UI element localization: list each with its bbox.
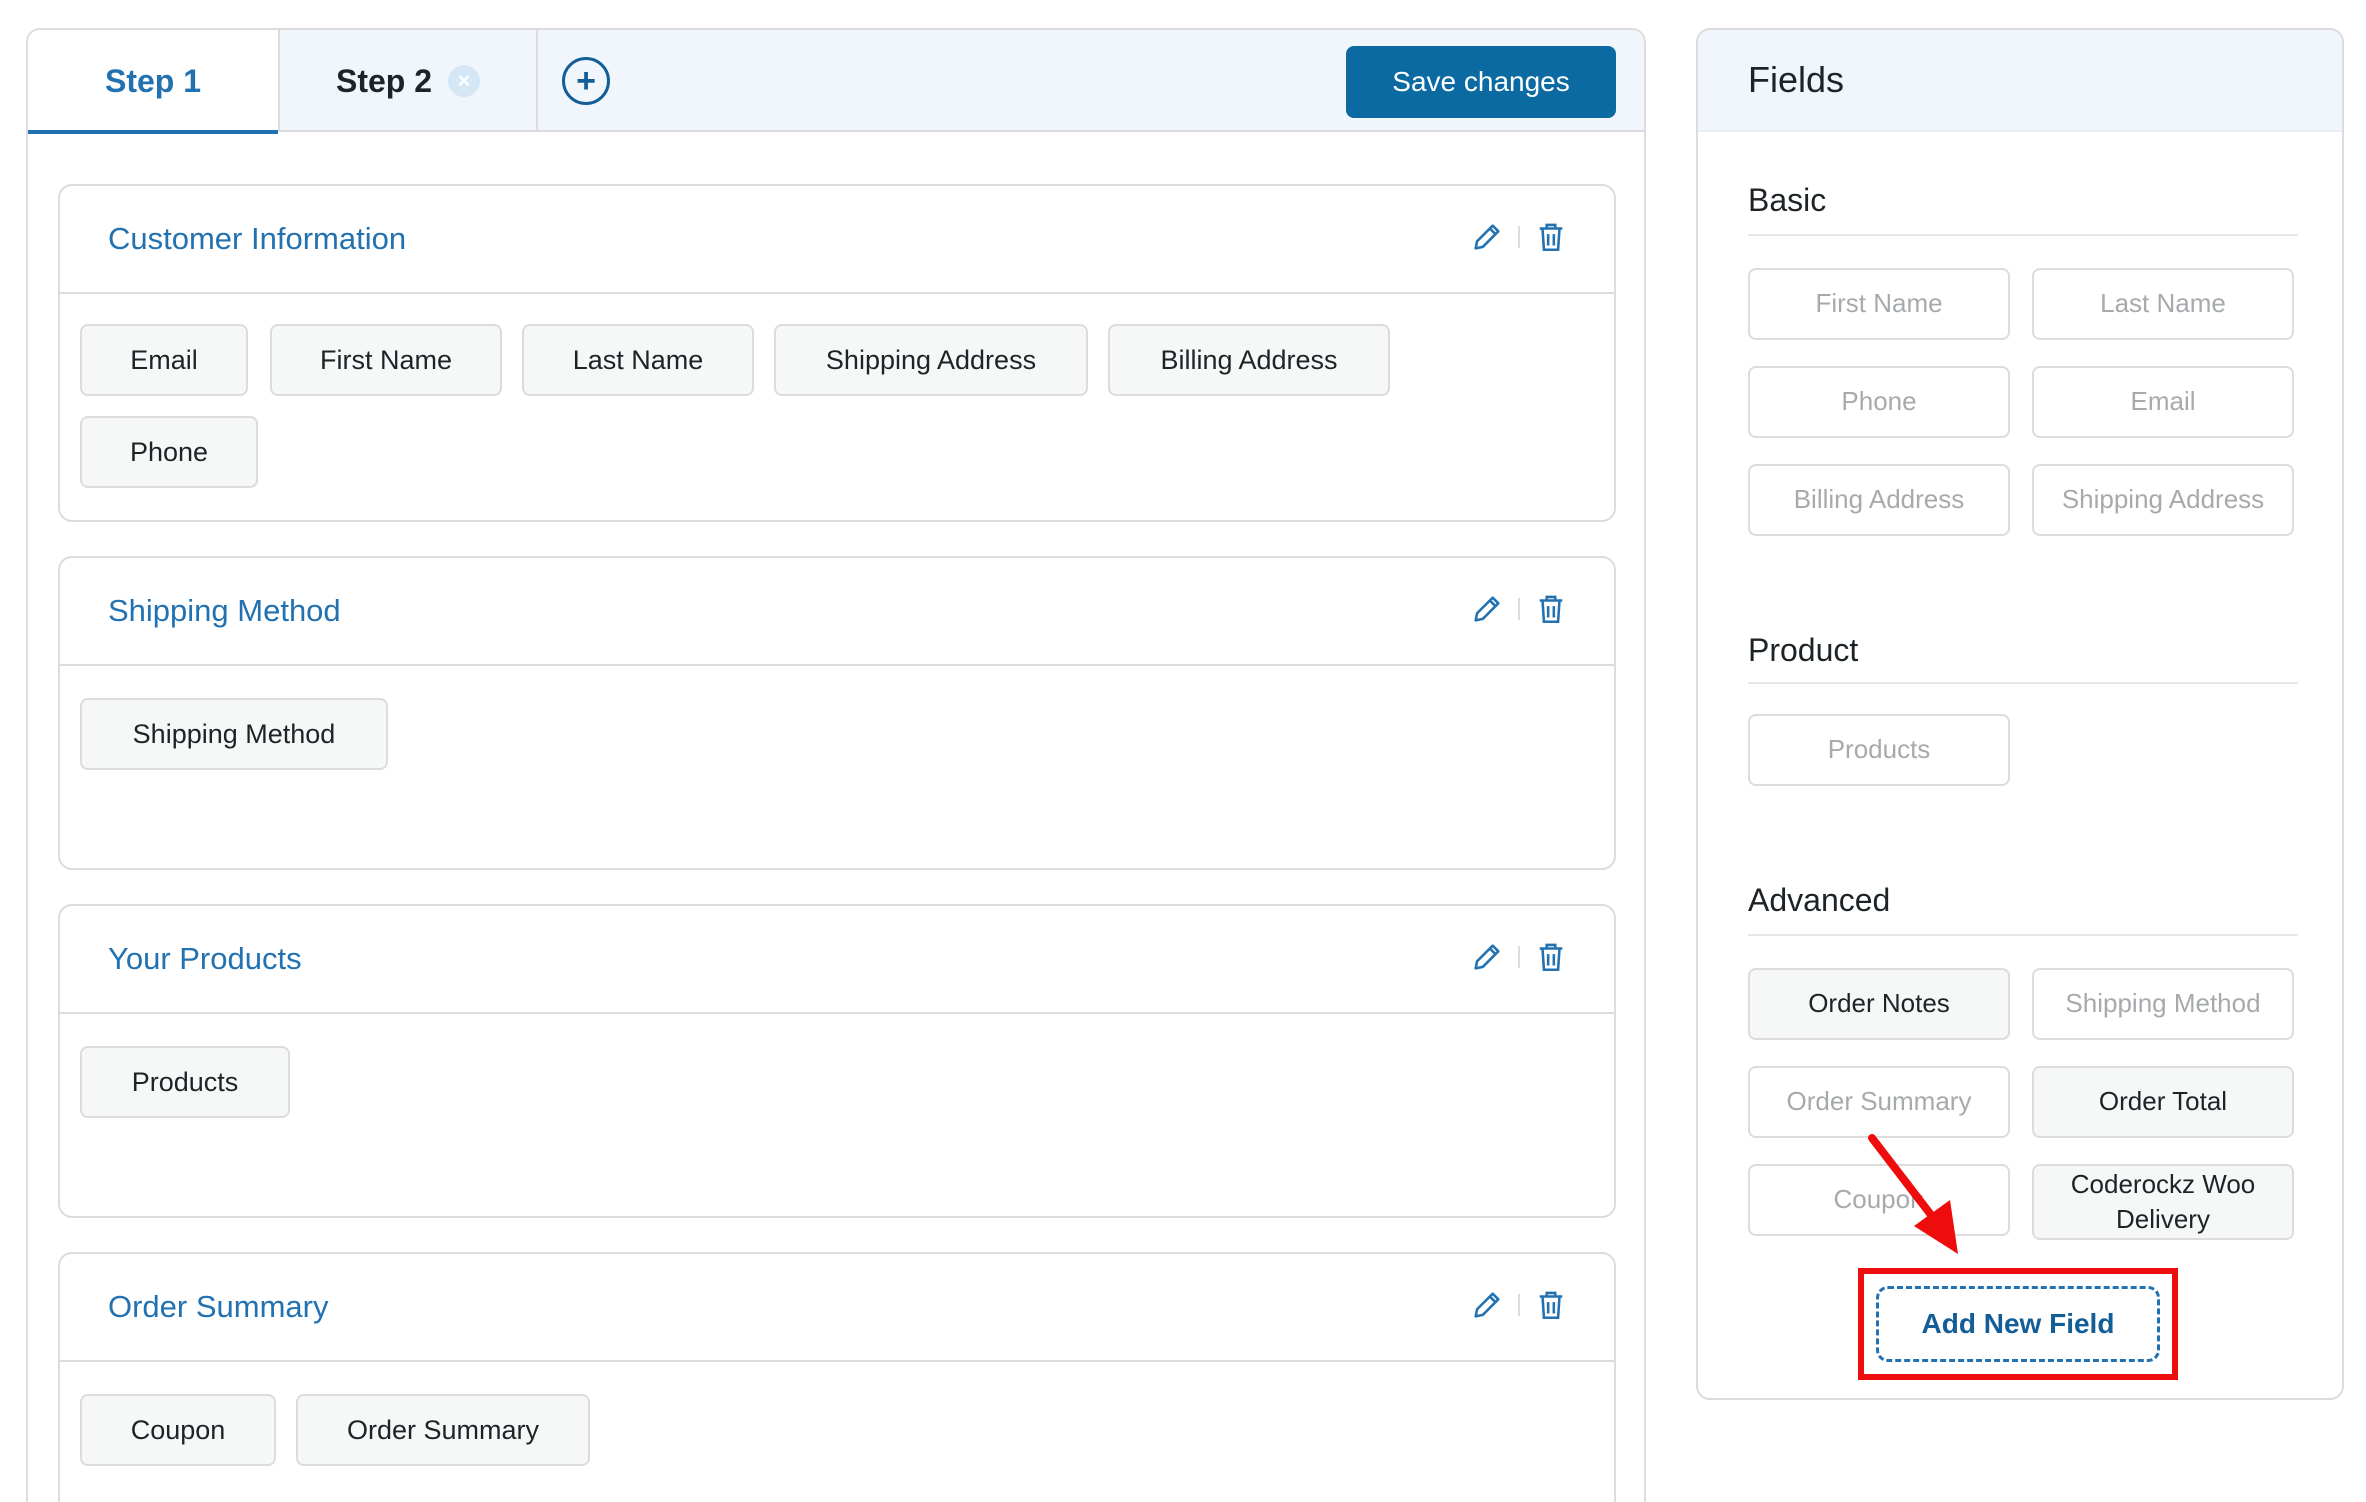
field-option-coupon[interactable]: Coupon [1748, 1164, 2010, 1236]
action-divider [1518, 226, 1520, 248]
step-tab-bar: Step 1 Step 2 × + Save changes [28, 30, 1644, 134]
section-shipping-method: Shipping Method Shipping Method [58, 556, 1616, 870]
tab-step-1[interactable]: Step 1 [28, 30, 280, 134]
trash-icon[interactable] [1534, 220, 1568, 254]
section-title: Shipping Method [108, 593, 341, 628]
group-title-product: Product [1748, 632, 1859, 668]
field-option-phone[interactable]: Phone [1748, 366, 2010, 438]
field-chip-products[interactable]: Products [80, 1046, 290, 1118]
tab-step-2-label: Step 2 [335, 62, 433, 99]
form-steps-panel: Step 1 Step 2 × + Save changes Customer … [26, 28, 1646, 1502]
field-option-shipping-method[interactable]: Shipping Method [2032, 968, 2294, 1040]
field-chip-coupon[interactable]: Coupon [80, 1394, 276, 1466]
section-title: Customer Information [108, 221, 407, 256]
group-title-basic: Basic [1748, 182, 1827, 218]
field-chip-billing-address[interactable]: Billing Address [1108, 324, 1390, 396]
section-header: Your Products [60, 906, 1614, 1014]
field-option-order-total[interactable]: Order Total [2032, 1066, 2294, 1138]
section-actions [1470, 1288, 1568, 1322]
field-option-billing-address[interactable]: Billing Address [1748, 464, 2010, 536]
field-option-last-name[interactable]: Last Name [2032, 268, 2294, 340]
group-divider [1748, 234, 2298, 236]
action-divider [1518, 946, 1520, 968]
save-changes-button[interactable]: Save changes [1346, 46, 1616, 118]
section-title: Your Products [108, 941, 302, 976]
tab-step-1-label: Step 1 [104, 62, 202, 99]
section-order-summary: Order Summary Coupon Order Summary [58, 1252, 1616, 1502]
field-chip-shipping-method[interactable]: Shipping Method [80, 698, 388, 770]
field-chip-phone[interactable]: Phone [80, 416, 258, 488]
group-divider [1748, 934, 2298, 936]
field-option-order-summary[interactable]: Order Summary [1748, 1066, 2010, 1138]
close-step-icon[interactable]: × [448, 65, 481, 97]
field-option-products[interactable]: Products [1748, 714, 2010, 786]
field-chip-shipping-address[interactable]: Shipping Address [774, 324, 1088, 396]
trash-icon[interactable] [1534, 1288, 1568, 1322]
group-divider [1748, 682, 2298, 684]
field-option-first-name[interactable]: First Name [1748, 268, 2010, 340]
section-header: Order Summary [60, 1254, 1614, 1362]
highlight-box [1858, 1268, 2178, 1380]
section-customer-information: Customer Information Email First Name La… [58, 184, 1616, 522]
field-option-email[interactable]: Email [2032, 366, 2294, 438]
fields-panel: Fields Basic First Name Last Name Phone … [1696, 28, 2344, 1400]
tab-step-2[interactable]: Step 2 × [280, 30, 538, 132]
section-actions [1470, 592, 1568, 626]
field-chip-email[interactable]: Email [80, 324, 248, 396]
field-chip-last-name[interactable]: Last Name [522, 324, 754, 396]
field-chip-order-summary[interactable]: Order Summary [296, 1394, 590, 1466]
field-option-shipping-address[interactable]: Shipping Address [2032, 464, 2294, 536]
edit-pencil-icon[interactable] [1470, 220, 1504, 254]
action-divider [1518, 1294, 1520, 1316]
trash-icon[interactable] [1534, 592, 1568, 626]
group-title-advanced: Advanced [1748, 882, 1891, 918]
section-your-products: Your Products Products [58, 904, 1616, 1218]
section-header: Shipping Method [60, 558, 1614, 666]
section-actions [1470, 220, 1568, 254]
field-chip-first-name[interactable]: First Name [270, 324, 502, 396]
edit-pencil-icon[interactable] [1470, 1288, 1504, 1322]
trash-icon[interactable] [1534, 940, 1568, 974]
edit-pencil-icon[interactable] [1470, 592, 1504, 626]
section-title: Order Summary [108, 1289, 329, 1324]
field-option-order-notes[interactable]: Order Notes [1748, 968, 2010, 1040]
section-header: Customer Information [60, 186, 1614, 294]
edit-pencil-icon[interactable] [1470, 940, 1504, 974]
fields-panel-title: Fields [1698, 30, 2342, 132]
field-option-coderockz-woo-delivery[interactable]: Coderockz Woo Delivery [2032, 1164, 2294, 1240]
action-divider [1518, 598, 1520, 620]
add-step-icon[interactable]: + [562, 57, 610, 105]
section-actions [1470, 940, 1568, 974]
